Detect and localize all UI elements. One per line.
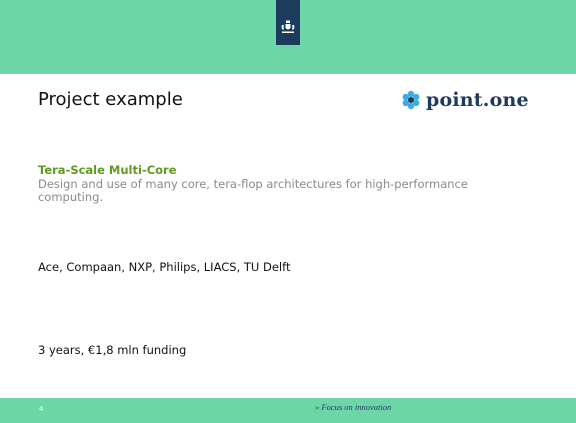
project-description: Design and use of many core, tera-flop a… bbox=[38, 177, 468, 204]
point-one-flower-icon bbox=[402, 90, 420, 110]
footer-tagline: » Focus on innovation bbox=[315, 402, 392, 412]
page-number: 4 bbox=[39, 405, 44, 413]
point-one-logo: point.one bbox=[401, 86, 529, 114]
logo-wordmark: point.one bbox=[426, 89, 529, 111]
government-emblem-tab bbox=[276, 0, 300, 45]
project-funding: 3 years, €1,8 mln funding bbox=[38, 343, 187, 357]
project-partners: Ace, Compaan, NXP, Philips, LIACS, TU De… bbox=[38, 260, 291, 274]
royal-coat-of-arms-icon bbox=[281, 19, 295, 33]
slide-title: Project example bbox=[38, 89, 183, 110]
project-heading: Tera-Scale Multi-Core bbox=[38, 163, 177, 177]
footer-banner bbox=[0, 398, 576, 423]
slide: Project example point.one Tera-Scale Mul… bbox=[0, 0, 576, 423]
